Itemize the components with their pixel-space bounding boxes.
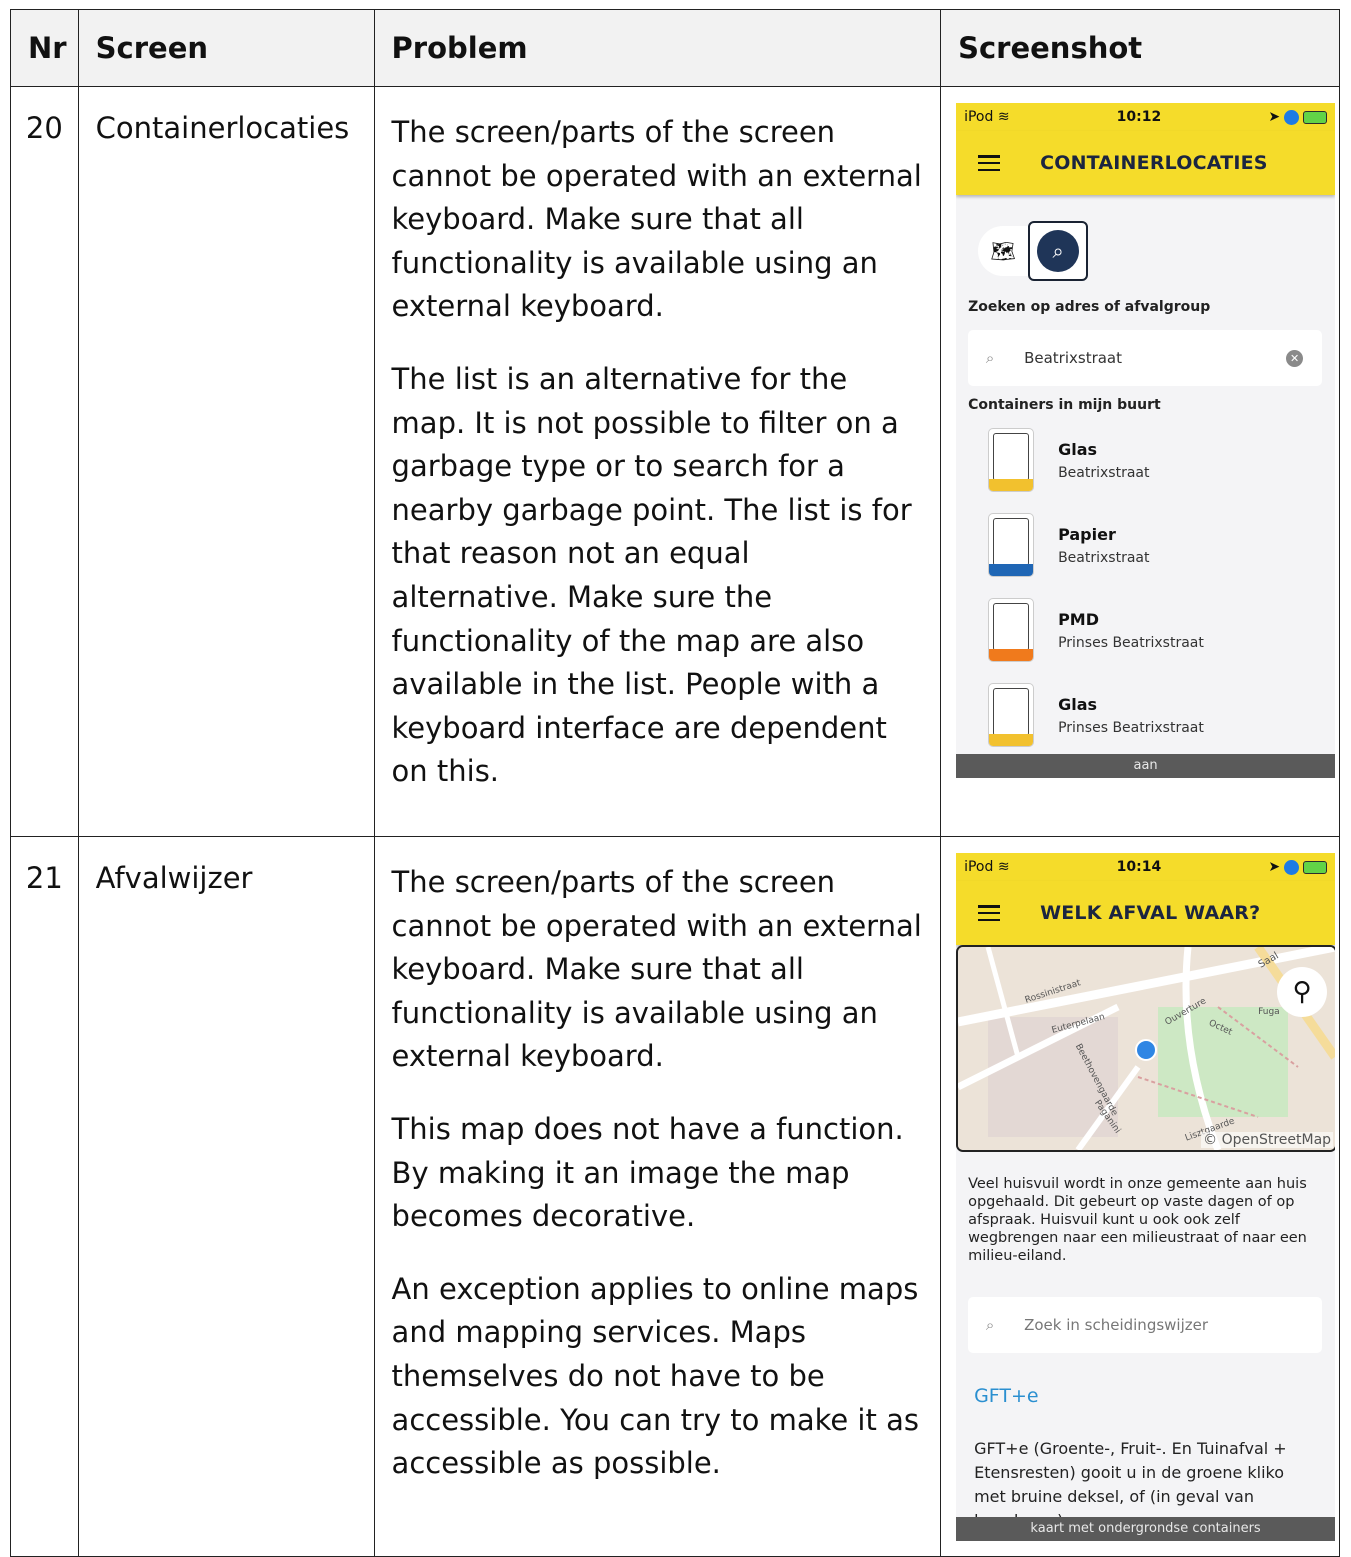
container-street: Beatrixstraat [1058,464,1150,481]
street-label: Fuga [1258,1007,1280,1017]
problem-paragraph: The list is an alternative for the map. … [391,361,912,789]
intro-text: Veel huisvuil wordt in onze gemeente aan… [968,1176,1307,1264]
battery-icon [1303,860,1328,874]
container-street: Prinses Beatrixstraat [1058,634,1204,651]
search-view-button[interactable]: ⌕ [1028,221,1089,281]
container-name: Glas [1058,439,1098,459]
status-time: 10:12 [1116,109,1162,125]
problem-paragraph: The screen/parts of the screen cannot be… [391,865,922,1074]
table-row: 21 Afvalwijzer The screen/parts of the s… [10,836,1340,1557]
wifi-icon: ≋ [997,859,1010,875]
container-street: Beatrixstraat [1058,549,1150,566]
status-bar: iPod ≋ 10:14 ➤ [956,853,1336,881]
locate-button[interactable]: ⚲ [1277,967,1328,1017]
app-title: WELK AFVAL WAAR? [1040,902,1261,924]
table-row: 20 Containerlocaties The screen/parts of… [10,86,1340,837]
map-view-button[interactable]: 🗺 [978,226,1029,276]
list-heading: Containers in mijn buurt [968,397,1161,413]
paper-container-icon [988,513,1035,577]
search-icon: ⌕ [985,349,995,367]
container-list-item[interactable]: Papier Beatrixstraat [988,513,1149,577]
container-list-item[interactable]: Glas Beatrixstraat [988,428,1149,492]
row-nr: 21 [10,836,79,1557]
row-screen: Containerlocaties [77,86,375,837]
waste-search-input[interactable]: ⌕ Zoek in scheidingswijzer [968,1297,1323,1353]
map-icon: 🗺 [990,239,1016,263]
container-list-item[interactable]: Glas Prinses Beatrixstraat [988,683,1204,747]
app-bar: CONTAINERLOCATIES [956,131,1336,195]
pmd-container-icon [988,598,1035,662]
section-title: GFT+e [974,1385,1039,1407]
problem-paragraph: This map does not have a function. By ma… [391,1111,904,1234]
glass-container-icon [988,683,1035,747]
current-location-marker [1135,1039,1158,1061]
header-screen: Screen [77,9,375,87]
microphone-icon [1284,109,1300,125]
search-icon: ⌕ [1037,230,1080,272]
app-title: CONTAINERLOCATIES [1040,152,1268,174]
phone-screenshot-containerlocaties: iPod ≋ 10:12 ➤ CONTAINERLOCATIES 🗺 ⌕ Zoe… [956,103,1336,778]
carrier-label: iPod [964,859,994,875]
header-screenshot: Screenshot [940,9,1340,87]
report-table: Nr Screen Problem Screenshot 20 Containe… [10,9,1340,1557]
location-pin-icon: ⚲ [1292,977,1312,1007]
carrier-label: iPod [964,109,994,125]
microphone-icon [1284,859,1300,875]
search-value: Beatrixstraat [1024,349,1123,367]
row-problem: The screen/parts of the screen cannot be… [373,86,942,837]
phone-screenshot-afvalwijzer: iPod ≋ 10:14 ➤ WELK AFVAL WAAR? Rossinis… [956,853,1336,1541]
menu-icon[interactable] [978,905,1001,921]
problem-paragraph: An exception applies to online maps and … [391,1271,919,1481]
header-row: Nr Screen Problem Screenshot [10,9,1340,87]
search-placeholder: Zoek in scheidingswijzer [1024,1316,1209,1334]
menu-icon[interactable] [978,155,1001,171]
view-toggle: 🗺 ⌕ [978,221,1089,281]
container-list-item[interactable]: PMD Prinses Beatrixstraat [988,598,1204,662]
container-name: Papier [1058,524,1116,544]
wifi-icon: ≋ [997,109,1010,125]
app-bar: WELK AFVAL WAAR? [956,881,1336,945]
header-problem: Problem [373,9,942,87]
location-arrow-icon: ➤ [1268,109,1281,125]
address-search-input[interactable]: ⌕ Beatrixstraat ✕ [968,330,1323,386]
row-screenshot: iPod ≋ 10:12 ➤ CONTAINERLOCATIES 🗺 ⌕ Zoe… [940,86,1340,837]
status-bar: iPod ≋ 10:12 ➤ [956,103,1336,131]
clear-icon[interactable]: ✕ [1286,349,1304,367]
container-name: Glas [1058,694,1098,714]
problem-paragraph: The screen/parts of the screen cannot be… [391,115,922,324]
header-nr: Nr [10,9,79,87]
battery-icon [1303,110,1328,124]
snackbar[interactable]: kaart met ondergrondse containers [956,1517,1336,1541]
row-screenshot: iPod ≋ 10:14 ➤ WELK AFVAL WAAR? Rossinis… [940,836,1340,1557]
map-credit[interactable]: © OpenStreetMap [1201,1132,1334,1148]
row-problem: The screen/parts of the screen cannot be… [373,836,942,1557]
location-arrow-icon: ➤ [1268,859,1281,875]
row-nr: 20 [10,86,79,837]
container-name: PMD [1058,609,1100,629]
glass-container-icon [988,428,1035,492]
snackbar[interactable]: aan [956,754,1336,778]
container-street: Prinses Beatrixstraat [1058,719,1204,736]
search-icon: ⌕ [985,1316,995,1334]
search-label: Zoeken op adres of afvalgroup [968,299,1211,315]
map-view[interactable]: Rossinistraat Euterpelaan Beethovengaard… [956,945,1336,1152]
row-screen: Afvalwijzer [77,836,375,1557]
status-time: 10:14 [1116,859,1162,875]
